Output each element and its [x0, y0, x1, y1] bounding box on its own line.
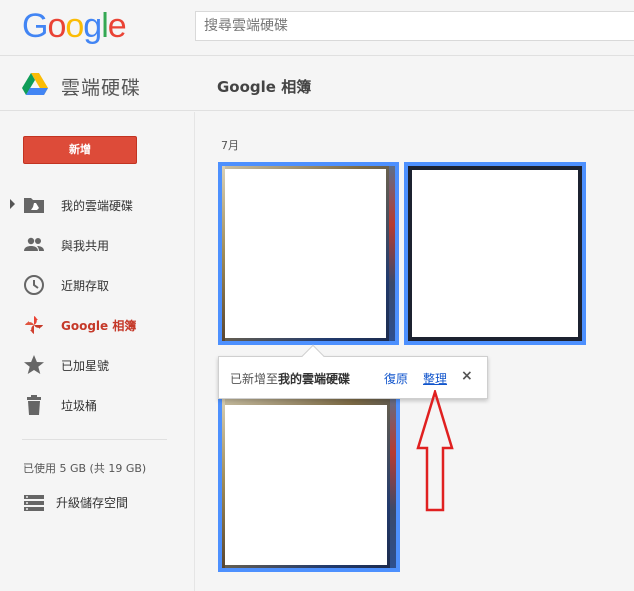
sidebar-item-google-photos[interactable]: Google 相簿 — [0, 309, 195, 341]
sidebar-item-label: 與我共用 — [61, 239, 110, 253]
people-icon — [24, 237, 44, 251]
google-drive-icon[interactable] — [22, 73, 48, 95]
photo-edge — [390, 395, 396, 568]
logo-letter: g — [83, 7, 102, 45]
photo-thumbnail[interactable] — [404, 162, 586, 345]
new-button[interactable]: 新增 — [23, 136, 137, 164]
clock-icon — [24, 275, 44, 295]
google-logo[interactable]: Google — [22, 7, 127, 46]
sidebar: 新增 我的雲端硬碟 與我共用 近期存取 Google 相簿 已加星號 垃圾桶 已… — [0, 112, 195, 591]
sidebar-item-recent[interactable]: 近期存取 — [0, 269, 195, 301]
sidebar-item-label: 我的雲端硬碟 — [61, 199, 134, 213]
upgrade-storage-link[interactable]: 升級儲存空間 — [0, 486, 195, 516]
storage-icon — [24, 495, 44, 511]
photo-blank-area — [225, 169, 386, 338]
toast-message: 已新增至我的雲端硬碟 — [230, 370, 350, 387]
logo-letter: e — [107, 7, 127, 45]
search-box[interactable] — [195, 11, 634, 41]
sidebar-item-label: 近期存取 — [61, 279, 110, 293]
sidebar-item-label: Google 相簿 — [61, 319, 137, 333]
storage-usage: 已使用 5 GB (共 19 GB) — [23, 462, 147, 475]
photo-blank-area — [225, 405, 387, 565]
sub-header: 雲端硬碟 Google 相簿 — [0, 57, 634, 111]
close-icon[interactable]: × — [461, 368, 473, 384]
trash-icon — [27, 395, 41, 415]
star-icon — [24, 355, 44, 374]
toast-caret — [301, 344, 325, 368]
organize-link[interactable]: 整理 — [423, 370, 447, 387]
month-header: 7月 — [221, 139, 239, 152]
annotation-arrow-icon — [416, 390, 454, 512]
top-bar: Google — [0, 0, 634, 56]
pinwheel-icon — [25, 316, 43, 334]
photo-thumbnail[interactable] — [218, 162, 399, 345]
main-content: 7月 已新增至我的雲端硬碟 復原 整理 × — [196, 112, 634, 591]
sidebar-item-starred[interactable]: 已加星號 — [0, 349, 195, 381]
toast-message-prefix: 已新增至 — [230, 372, 279, 386]
photo-blank-area — [412, 170, 578, 337]
upgrade-storage-label: 升級儲存空間 — [56, 496, 129, 510]
sidebar-item-trash[interactable]: 垃圾桶 — [0, 389, 195, 421]
sidebar-item-shared[interactable]: 與我共用 — [0, 229, 195, 261]
search-input[interactable] — [196, 12, 634, 40]
logo-letter: o — [65, 7, 84, 45]
sidebar-item-my-drive[interactable]: 我的雲端硬碟 — [0, 189, 195, 221]
logo-letter: G — [22, 7, 48, 45]
sidebar-item-label: 垃圾桶 — [61, 399, 98, 413]
section-title: Google 相簿 — [217, 78, 312, 96]
photo-edge — [389, 166, 395, 341]
toast-message-target: 我的雲端硬碟 — [278, 372, 351, 386]
logo-letter: o — [47, 7, 66, 45]
drive-folder-icon — [24, 198, 44, 213]
undo-link[interactable]: 復原 — [384, 370, 408, 387]
expand-arrow-icon[interactable] — [10, 199, 15, 209]
photo-thumbnail[interactable] — [218, 391, 400, 572]
app-title: 雲端硬碟 — [61, 77, 142, 99]
sidebar-divider — [22, 439, 167, 440]
sidebar-item-label: 已加星號 — [61, 359, 110, 373]
